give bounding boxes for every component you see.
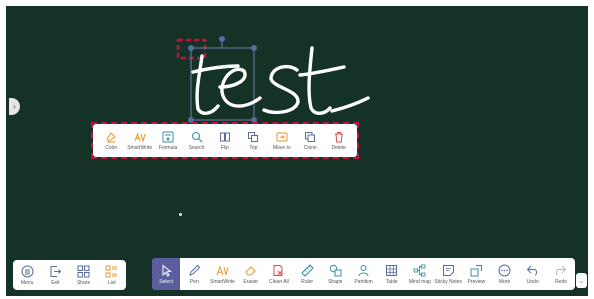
ruler-icon [300, 263, 314, 277]
more-button[interactable]: More [490, 258, 518, 290]
clean-all-label: Clean All [269, 278, 289, 285]
flip-label: Flip [220, 144, 229, 151]
pen-button[interactable]: Pen [180, 258, 208, 290]
smartwrite-tool-label: SmartWrite [210, 278, 235, 285]
more-icon [498, 264, 511, 276]
left-toolbar: Menu Exit Share List [13, 260, 126, 290]
smartwrite-icon [216, 265, 229, 275]
pen-label: Pen [189, 278, 199, 285]
context-toolbar: Color SmartWrite Formula Search Flip Top… [93, 124, 357, 157]
share-label: Share [76, 279, 91, 286]
top-icon [248, 131, 259, 142]
chevron-down-icon: ⌄ [578, 277, 585, 285]
color-label: Color [105, 144, 118, 151]
mind-map-button[interactable]: Mind map [406, 258, 434, 290]
move-to-icon [276, 132, 288, 141]
table-button[interactable]: Table [378, 258, 406, 290]
move-to-label: Move to [272, 144, 291, 151]
mind-map-icon [413, 264, 426, 276]
move-to-button[interactable]: Move to [268, 131, 296, 151]
delete-label: Delete [331, 144, 346, 151]
eraser-label: Eraser [243, 278, 259, 285]
redo-label: Redo [554, 278, 567, 285]
top-label: Top [249, 144, 258, 151]
partition-icon [358, 264, 369, 276]
undo-label: Undo [526, 278, 539, 285]
menu-button[interactable]: Menu [13, 265, 41, 286]
clone-icon [305, 131, 316, 142]
search-button[interactable]: Search [183, 131, 211, 151]
menu-label: Menu [20, 279, 34, 286]
search-label: Search [188, 144, 205, 151]
share-icon [77, 265, 90, 277]
exit-button[interactable]: Exit [41, 265, 69, 286]
list-icon [105, 265, 118, 277]
eraser-icon [245, 265, 256, 275]
formula-label: Formula [158, 144, 178, 151]
menu-icon [21, 265, 34, 277]
rotate-handle[interactable] [219, 36, 225, 42]
undo-icon [527, 265, 538, 275]
smartwrite-icon [134, 132, 146, 143]
shape-icon [329, 264, 342, 276]
select-button[interactable]: Select [152, 258, 181, 290]
preview-label: Preview [467, 278, 486, 285]
formula-icon [162, 131, 174, 142]
list-button[interactable]: List [98, 265, 126, 286]
flip-icon [219, 132, 230, 141]
resize-handle-top-right[interactable] [251, 45, 257, 51]
resize-handle-top-left[interactable] [188, 45, 194, 51]
pen-icon [189, 264, 201, 276]
clean-all-icon [273, 264, 283, 276]
search-icon [191, 131, 202, 142]
list-label: List [107, 279, 116, 286]
shape-button[interactable]: Shape [321, 258, 349, 290]
main-toolbar: Select Pen SmartWrite Eraser Clean All R… [152, 258, 575, 290]
clone-button[interactable]: Clone [296, 131, 324, 151]
flip-button[interactable]: Flip [211, 131, 239, 151]
color-button[interactable]: Color [97, 131, 125, 151]
delete-icon [334, 131, 343, 142]
resize-handle-bottom-right[interactable] [251, 117, 257, 123]
mind-map-label: Mind map [408, 278, 431, 285]
smartwrite-button[interactable]: SmartWrite [126, 131, 154, 151]
smartwrite-label: SmartWrite [127, 144, 153, 151]
preview-button[interactable]: Preview [462, 258, 490, 290]
clone-label: Clone [303, 144, 317, 151]
redo-icon [556, 265, 567, 275]
toolbar-collapse-button[interactable]: ⌄ [576, 273, 587, 288]
shape-label: Shape [328, 278, 343, 285]
delete-button[interactable]: Delete [325, 131, 353, 151]
partition-button[interactable]: Partition [349, 258, 377, 290]
sticky-notes-icon [442, 264, 454, 276]
top-button[interactable]: Top [239, 131, 267, 151]
table-icon [386, 264, 398, 276]
preview-icon [470, 264, 482, 276]
color-icon [106, 131, 117, 142]
clean-all-button[interactable]: Clean All [265, 258, 293, 290]
formula-button[interactable]: Formula [154, 131, 182, 151]
ruler-button[interactable]: Ruler [293, 258, 321, 290]
exit-label: Exit [51, 279, 60, 286]
select-label: Select [159, 278, 174, 285]
resize-handle-bottom-left[interactable] [188, 117, 194, 123]
handwriting-test[interactable] [191, 46, 370, 115]
table-label: Table [385, 278, 398, 285]
share-button[interactable]: Share [70, 265, 98, 286]
ruler-label: Ruler [301, 278, 314, 285]
sticky-notes-button[interactable]: Sticky Notes [434, 258, 462, 290]
redo-button[interactable]: Redo [547, 258, 575, 290]
partition-label: Partition [354, 278, 373, 285]
more-label: More [498, 278, 511, 285]
eraser-button[interactable]: Eraser [237, 258, 265, 290]
smartwrite-tool-button[interactable]: SmartWrite [208, 258, 236, 290]
sticky-notes-label: Sticky Notes [434, 278, 463, 285]
select-icon [162, 263, 172, 277]
cursor-dot [179, 213, 182, 216]
undo-button[interactable]: Undo [519, 258, 547, 290]
exit-icon [50, 265, 62, 277]
